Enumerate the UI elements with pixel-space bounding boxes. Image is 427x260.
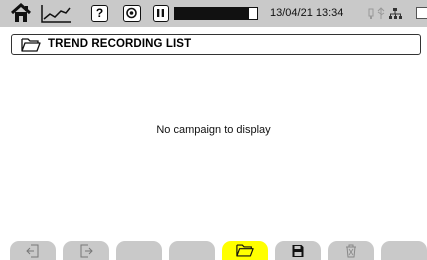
date-time: 13/04/21 13:34	[270, 7, 344, 19]
help-icon[interactable]: ?	[91, 5, 108, 22]
recording-progress-bar	[174, 7, 258, 20]
floppy-disk-icon	[292, 245, 304, 257]
trend-icon[interactable]	[40, 4, 72, 24]
import-icon	[26, 244, 39, 258]
save-softkey[interactable]	[275, 241, 321, 260]
snapshot-icon[interactable]	[123, 5, 141, 22]
trash-icon	[346, 244, 356, 258]
folder-open-icon	[21, 38, 41, 52]
softkey-4[interactable]	[169, 241, 215, 260]
status-bar: ? 13/04/21 13:34	[0, 0, 427, 27]
open-folder-softkey[interactable]	[222, 241, 268, 260]
softkey-bar	[0, 241, 427, 260]
usb-icon	[368, 7, 402, 19]
softkey-3[interactable]	[116, 241, 162, 260]
export-softkey[interactable]	[63, 241, 109, 260]
progress-fill	[175, 8, 249, 19]
folder-open-icon	[236, 244, 254, 257]
pause-icon[interactable]	[153, 5, 169, 22]
import-softkey[interactable]	[10, 241, 56, 260]
empty-state-message: No campaign to display	[156, 124, 271, 136]
window-title-bar: TREND RECORDING LIST	[11, 34, 421, 55]
softkey-8[interactable]	[381, 241, 427, 260]
export-icon	[80, 244, 93, 258]
delete-softkey[interactable]	[328, 241, 374, 260]
page-title: TREND RECORDING LIST	[48, 38, 192, 50]
home-icon[interactable]	[11, 3, 31, 23]
network-icon	[389, 8, 402, 19]
battery-icon	[416, 7, 427, 19]
